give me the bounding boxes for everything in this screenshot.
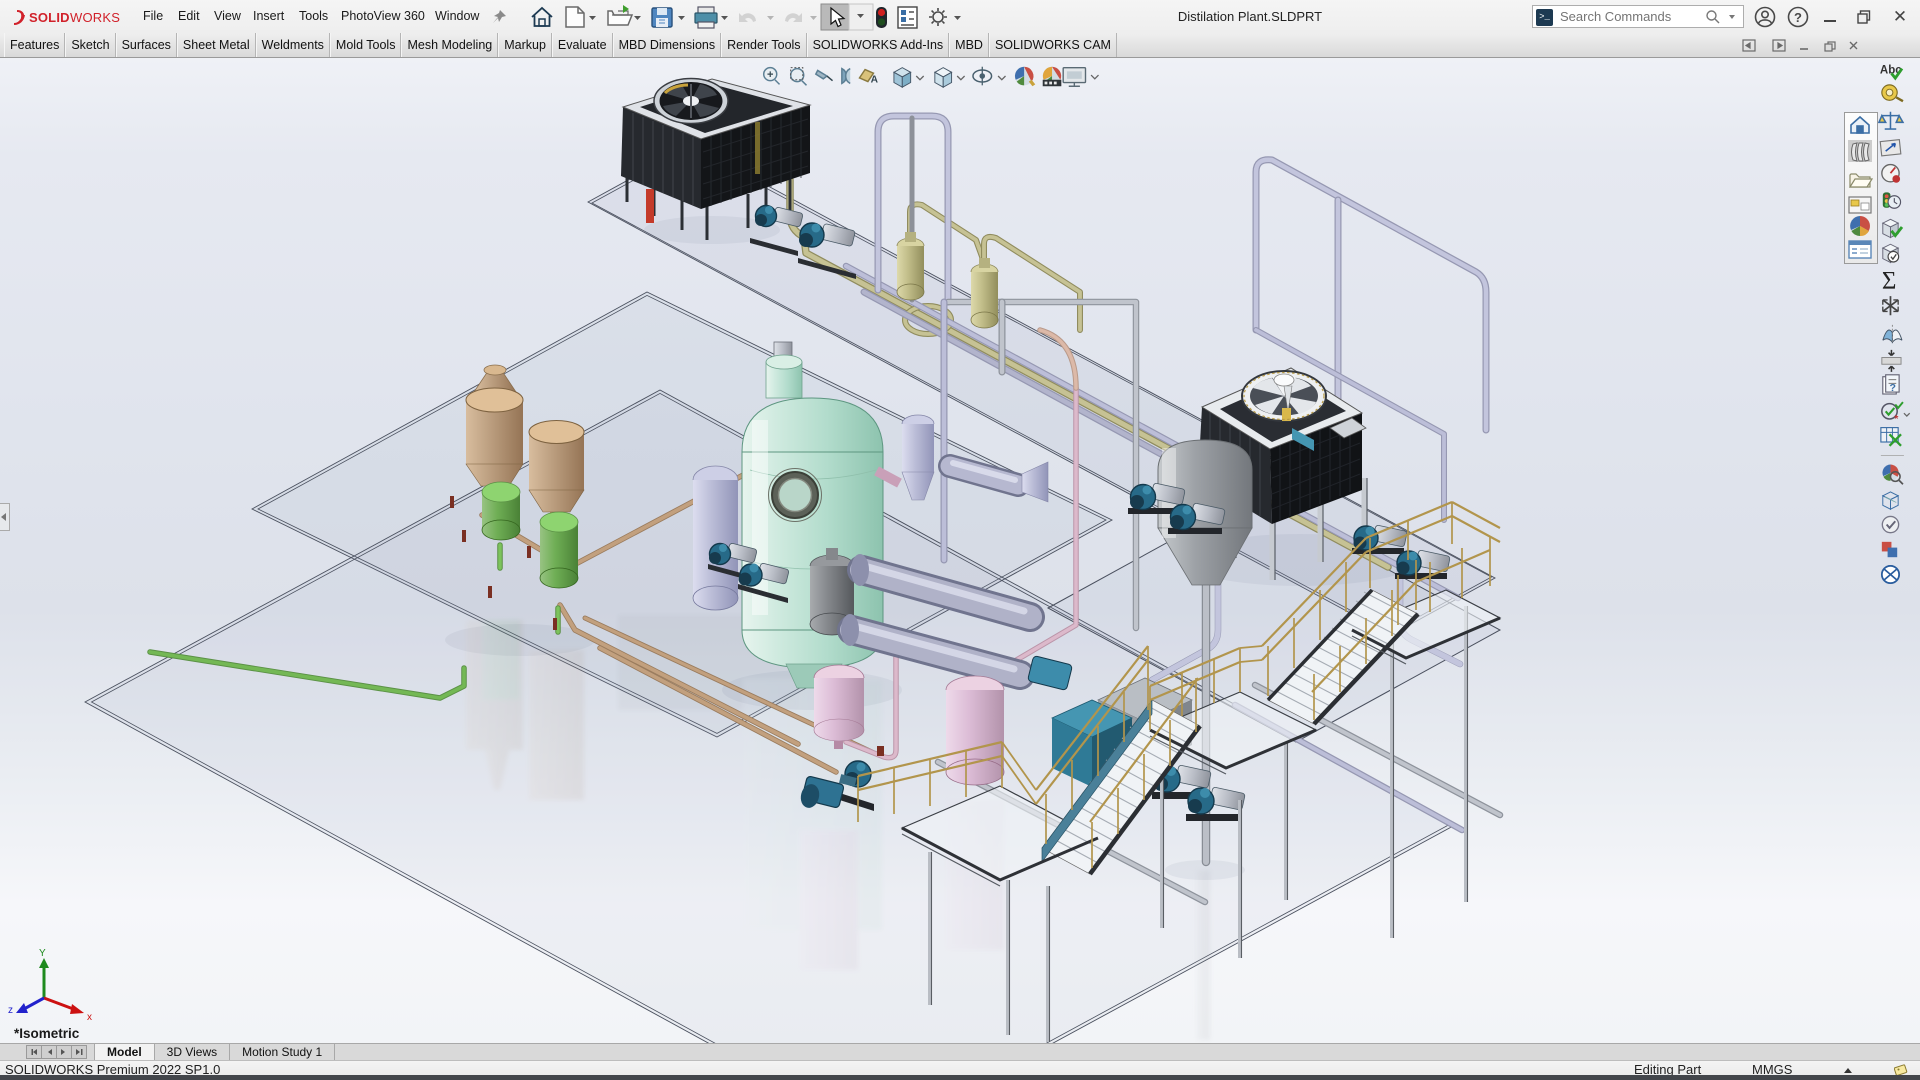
svg-text:Σ: Σ <box>1882 267 1897 294</box>
svg-text:Y: Y <box>39 948 46 959</box>
svg-text:A: A <box>871 75 879 86</box>
svg-text:?: ? <box>1890 382 1896 394</box>
svg-text:*: * <box>1894 413 1899 425</box>
svg-text:?: ? <box>1794 10 1802 25</box>
svg-text:WORKS: WORKS <box>70 10 120 25</box>
svg-text:z: z <box>8 1005 13 1016</box>
svg-text:SOLID: SOLID <box>29 10 70 25</box>
svg-text:x: x <box>87 1012 92 1023</box>
